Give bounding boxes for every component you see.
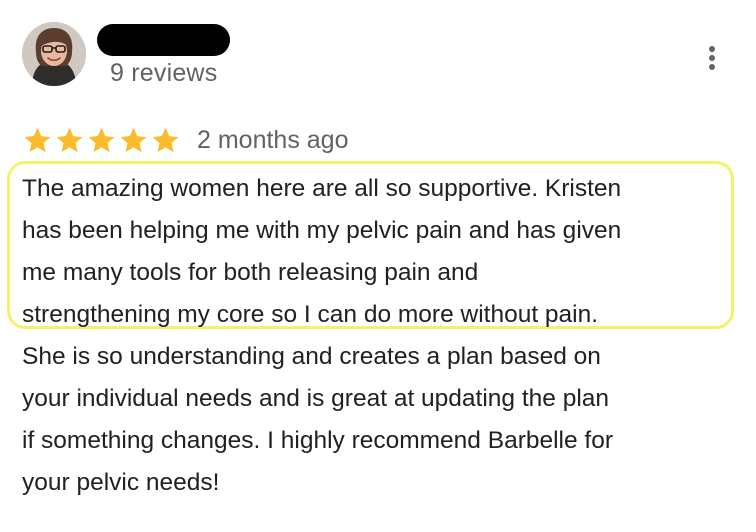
review-text-line: me many tools for both releasing pain an… [22, 259, 479, 286]
review-text-line: She is so understanding and creates a pl… [22, 343, 601, 370]
star-icon [86, 125, 117, 156]
review-text-line: has been helping me with my pelvic pain … [22, 217, 622, 244]
review-date: 2 months ago [197, 126, 349, 154]
rating-row: 2 months ago [22, 120, 349, 160]
reviewer-avatar[interactable] [22, 22, 86, 86]
avatar-image [22, 22, 86, 86]
review-text: The amazing women here are all so suppor… [22, 168, 752, 504]
more-vert-icon [709, 46, 715, 70]
review-card: 9 reviews 2 months ago The amazing women… [0, 0, 756, 532]
review-text-line: your individual needs and is great at up… [22, 385, 610, 412]
star-icon [54, 125, 85, 156]
review-text-line: your pelvic needs! [22, 469, 220, 496]
more-options-button[interactable] [696, 38, 728, 78]
redacted-reviewer-name [97, 24, 230, 56]
review-text-line: if something changes. I highly recommend… [22, 427, 614, 454]
review-text-line: The amazing women here are all so suppor… [22, 175, 622, 202]
star-icon [22, 125, 53, 156]
review-text-line: strengthening my core so I can do more w… [22, 301, 599, 328]
star-icon [118, 125, 149, 156]
reviewer-review-count[interactable]: 9 reviews [110, 57, 217, 89]
star-icon [150, 125, 181, 156]
star-rating [22, 125, 181, 156]
